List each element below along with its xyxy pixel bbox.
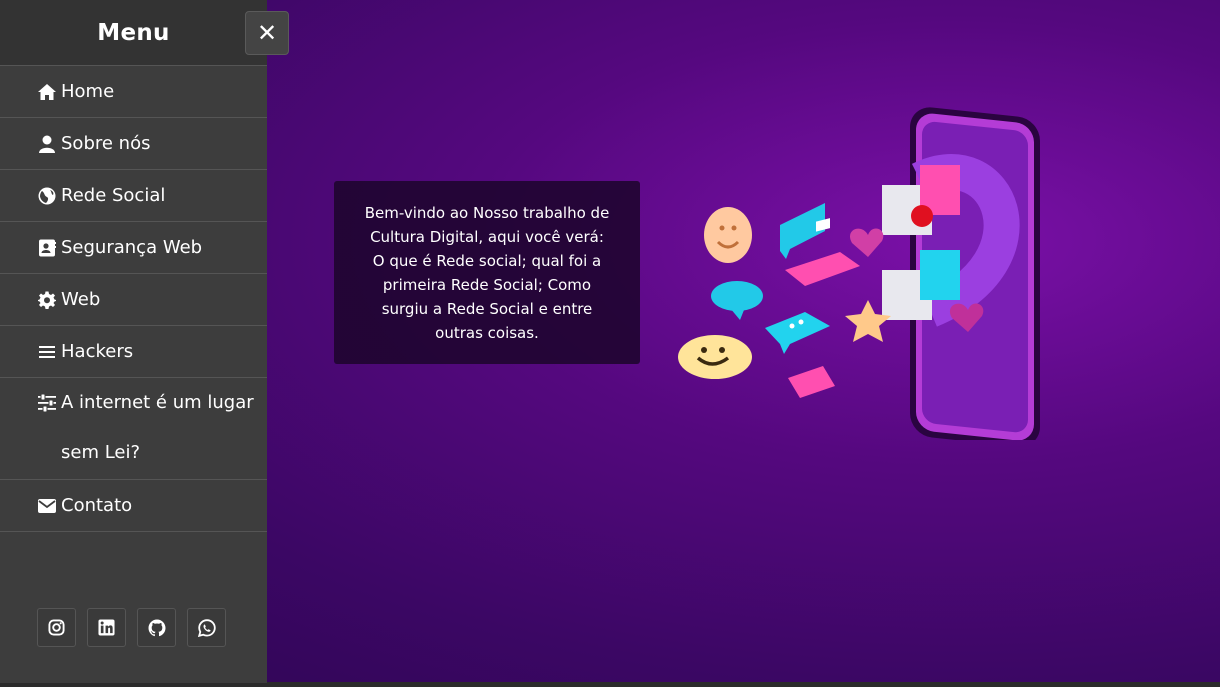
envelope-icon [36,497,58,515]
globe-icon [36,187,58,205]
sidebar-item-label: A internet é um lugar sem Lei? [61,392,254,463]
sidebar-menu: Home Sobre nós Rede Social Segurança Web… [0,66,267,532]
instagram-icon [48,619,65,636]
gear-icon [36,291,58,309]
intro-line: O que é Rede social; qual foi a [372,252,602,270]
user-icon [36,135,58,153]
sidebar-item-internet-sem-lei[interactable]: A internet é um lugar sem Lei? [0,378,267,480]
social-links [37,608,226,647]
intro-line: outras coisas. [435,324,539,342]
sidebar-item-web[interactable]: Web [0,274,267,326]
sidebar-item-hackers[interactable]: Hackers [0,326,267,378]
sidebar-item-seguranca-web[interactable]: Segurança Web [0,222,267,274]
sidebar-item-label: Segurança Web [61,237,203,258]
intro-line: Bem-vindo ao Nosso trabalho de [364,204,610,222]
sliders-icon [36,394,58,412]
sidebar-item-label: Rede Social [61,185,166,206]
github-link[interactable] [137,608,176,647]
intro-line: primeira Rede Social; Como [382,276,592,294]
sidebar-item-label: Sobre nós [61,133,151,154]
bars-icon [36,343,58,361]
intro-text-box: Bem-vindo ao Nosso trabalho de Cultura D… [334,181,640,364]
intro-line: Cultura Digital, aqui você verá: [370,228,604,246]
sidebar-item-contato[interactable]: Contato [0,480,267,532]
close-menu-button[interactable]: ✕ [245,11,289,55]
whatsapp-icon [197,618,216,637]
sidebar-item-sobre-nos[interactable]: Sobre nós [0,118,267,170]
close-icon: ✕ [256,19,278,47]
sidebar-item-label: Web [61,289,101,310]
sidebar-item-label: Home [61,81,115,102]
sidebar: Menu Home Sobre nós Rede Social Seguranç… [0,0,267,683]
sidebar-item-label: Contato [61,495,133,516]
whatsapp-link[interactable] [187,608,226,647]
linkedin-link[interactable] [87,608,126,647]
sidebar-item-rede-social[interactable]: Rede Social [0,170,267,222]
sidebar-item-label: Hackers [61,341,134,362]
linkedin-icon [98,619,115,636]
sidebar-header: Menu [0,0,267,66]
sidebar-title: Menu [97,19,170,46]
home-icon [36,83,58,101]
sidebar-item-home[interactable]: Home [0,66,267,118]
social-media-illustration [678,107,1040,440]
github-icon [148,619,165,636]
address-card-icon [36,239,58,257]
instagram-link[interactable] [37,608,76,647]
intro-line: surgiu a Rede Social e entre [381,300,593,318]
